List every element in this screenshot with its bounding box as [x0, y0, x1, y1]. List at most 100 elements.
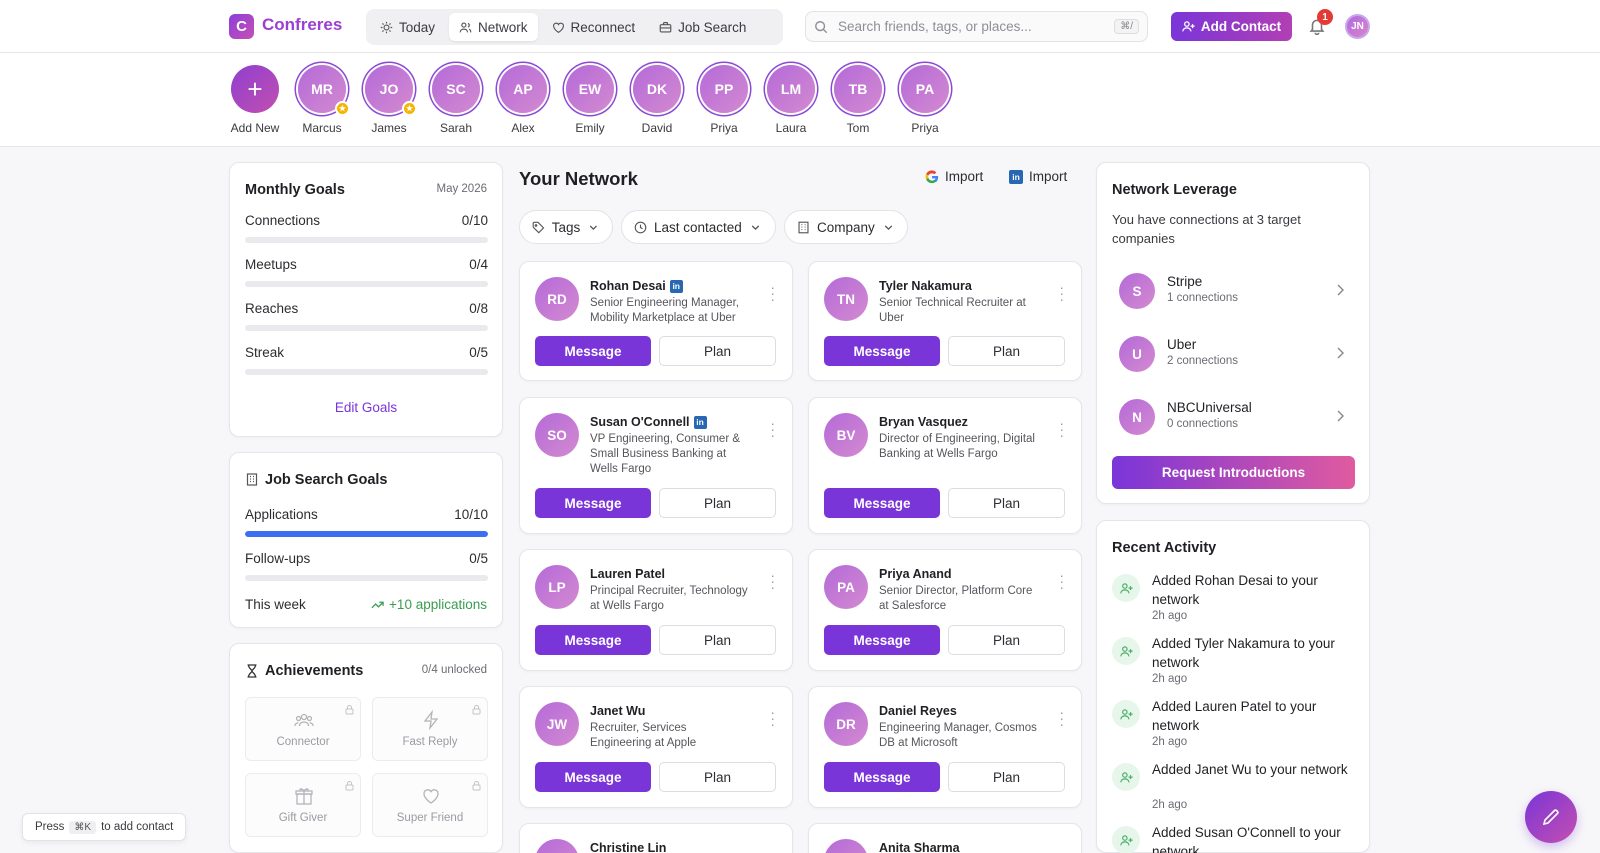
users-icon	[459, 21, 472, 32]
message-button[interactable]: Message	[535, 336, 651, 366]
plus-icon: +	[231, 65, 279, 113]
story-laura[interactable]: LM Laura	[761, 65, 821, 135]
plan-button[interactable]: Plan	[948, 488, 1065, 518]
contact-role: Senior Director, Platform Core at Salesf…	[879, 585, 1033, 612]
contact-name[interactable]: Tyler Nakamura	[879, 279, 972, 293]
message-button[interactable]: Message	[535, 488, 651, 518]
achievement-gift-giver[interactable]: Gift Giver	[245, 773, 361, 837]
tab-network[interactable]: Network	[449, 13, 538, 41]
more-options-icon[interactable]: · · ·	[770, 568, 775, 594]
contact-name[interactable]: Priya Anand	[879, 567, 951, 581]
message-button[interactable]: Message	[535, 625, 651, 655]
tab-label: Reconnect	[570, 19, 636, 35]
contact-avatar[interactable]: BV	[824, 413, 868, 457]
contact-avatar[interactable]: DR	[824, 702, 868, 746]
contact-avatar[interactable]: TN	[824, 277, 868, 321]
job-goal-row-follow-ups: Follow-ups 0/5	[245, 551, 488, 581]
more-options-icon[interactable]: · · ·	[770, 705, 775, 731]
goal-row-header: Reaches 0/8	[245, 301, 488, 316]
message-button[interactable]: Message	[535, 762, 651, 792]
goal-value: 10/10	[454, 507, 488, 522]
story-david[interactable]: DK David	[627, 65, 687, 135]
filter-company[interactable]: Company	[784, 210, 908, 244]
contact-name[interactable]: Anita Sharma	[879, 841, 960, 853]
linkedin-icon: in	[1009, 169, 1023, 184]
achievement-super-friend[interactable]: Super Friend	[372, 773, 488, 837]
achievement-connector[interactable]: Connector	[245, 697, 361, 761]
more-options-icon[interactable]: · · ·	[1059, 705, 1064, 731]
company-row-uber[interactable]: U Uber 2 connections	[1112, 330, 1355, 380]
contact-avatar[interactable]: PA	[824, 565, 868, 609]
message-button[interactable]: Message	[824, 488, 940, 518]
tab-today[interactable]: Today	[370, 13, 445, 41]
story-marcus[interactable]: MR ★ Marcus	[292, 65, 352, 135]
import-linkedin-button[interactable]: in Import	[1009, 169, 1067, 184]
goal-progress-bar	[245, 237, 488, 243]
plan-button[interactable]: Plan	[948, 336, 1065, 366]
plan-button[interactable]: Plan	[948, 625, 1065, 655]
message-button[interactable]: Message	[824, 625, 940, 655]
tab-job-search[interactable]: Job Search	[649, 13, 756, 41]
contact-name[interactable]: Bryan Vasquez	[879, 415, 968, 429]
company-connections: 1 connections	[1167, 292, 1238, 304]
message-button[interactable]: Message	[824, 762, 940, 792]
story-alex[interactable]: AP Alex	[493, 65, 553, 135]
filter-tags[interactable]: Tags	[519, 210, 613, 244]
linkedin-icon[interactable]: in	[669, 279, 683, 293]
request-introductions-button[interactable]: Request Introductions	[1112, 456, 1355, 489]
contact-avatar[interactable]: LP	[535, 565, 579, 609]
more-options-icon[interactable]: · · ·	[770, 280, 775, 306]
story-emily[interactable]: EW Emily	[560, 65, 620, 135]
plan-button[interactable]: Plan	[659, 336, 776, 366]
tab-reconnect[interactable]: Reconnect	[542, 13, 646, 41]
more-options-icon[interactable]: · · ·	[1059, 568, 1064, 594]
plan-button[interactable]: Plan	[659, 762, 776, 792]
contact-card: TN Tyler Nakamura Senior Technical Recruit…	[808, 261, 1082, 381]
user-avatar[interactable]: JN	[1345, 14, 1370, 39]
plan-button[interactable]: Plan	[659, 488, 776, 518]
contact-avatar[interactable]: AS	[824, 839, 868, 853]
contact-name[interactable]: Susan O'Connell in	[590, 415, 707, 429]
app-name[interactable]: Confreres	[262, 15, 342, 35]
compose-fab-button[interactable]	[1525, 791, 1577, 843]
story-james[interactable]: JO ★ James	[359, 65, 419, 135]
linkedin-icon[interactable]: in	[693, 415, 707, 429]
import-google-button[interactable]: Import	[925, 169, 983, 184]
user-plus-icon	[1112, 700, 1140, 728]
story-priya[interactable]: PP Priya	[694, 65, 754, 135]
plan-button[interactable]: Plan	[948, 762, 1065, 792]
contact-name[interactable]: Daniel Reyes	[879, 704, 957, 718]
contact-name[interactable]: Christine Lin	[590, 841, 666, 853]
story-sarah[interactable]: SC Sarah	[426, 65, 486, 135]
lock-icon	[472, 781, 481, 791]
more-options-icon[interactable]: · · ·	[1059, 416, 1064, 442]
edit-goals-link[interactable]: Edit Goals	[230, 400, 502, 415]
contact-avatar[interactable]: SO	[535, 413, 579, 457]
this-week-text: +10 applications	[389, 597, 487, 612]
search-input[interactable]	[838, 19, 1105, 34]
app-logo[interactable]: C	[229, 14, 254, 39]
story-tom[interactable]: TB Tom	[828, 65, 888, 135]
story-priya[interactable]: PA Priya	[895, 65, 955, 135]
story-add-new[interactable]: + Add New	[225, 65, 285, 135]
chevron-down-icon	[884, 224, 892, 230]
company-row-stripe[interactable]: S Stripe 1 connections	[1112, 267, 1355, 317]
message-button[interactable]: Message	[824, 336, 940, 366]
monthly-goals-title: Monthly Goals	[245, 182, 345, 198]
contact-avatar[interactable]: JW	[535, 702, 579, 746]
achievements-title: Achievements	[265, 663, 364, 679]
company-row-nbcuniversal[interactable]: N NBCUniversal 0 connections	[1112, 393, 1355, 443]
add-contact-button[interactable]: Add Contact	[1171, 12, 1292, 41]
more-options-icon[interactable]: · · ·	[770, 416, 775, 442]
google-icon	[925, 169, 939, 183]
plan-button[interactable]: Plan	[659, 625, 776, 655]
contact-avatar[interactable]: CL	[535, 839, 579, 853]
more-options-icon[interactable]: · · ·	[1059, 280, 1064, 306]
contact-name[interactable]: Lauren Patel	[590, 567, 665, 581]
achievement-fast-reply[interactable]: Fast Reply	[372, 697, 488, 761]
goal-value: 0/4	[469, 257, 488, 272]
filter-last-contacted[interactable]: Last contacted	[621, 210, 776, 244]
contact-name[interactable]: Rohan Desai in	[590, 279, 683, 293]
contact-avatar[interactable]: RD	[535, 277, 579, 321]
contact-name[interactable]: Janet Wu	[590, 704, 645, 718]
